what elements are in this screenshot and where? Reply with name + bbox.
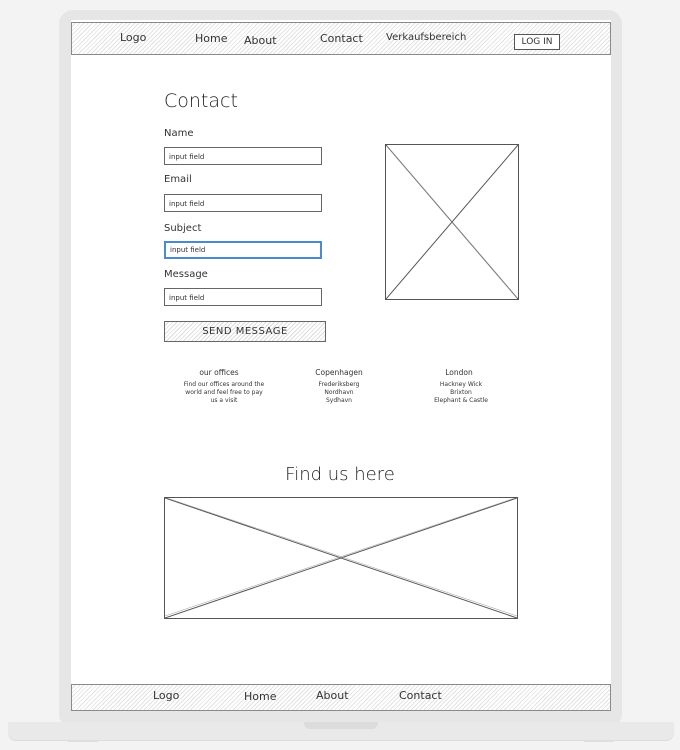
map-placeholder-icon <box>165 498 517 618</box>
footer-nav-home[interactable]: Home <box>244 690 276 703</box>
nav-verkaufsbereich[interactable]: Verkaufsbereich <box>386 32 466 43</box>
offices-heading: our offices <box>199 368 239 377</box>
footer-nav-contact[interactable]: Contact <box>399 689 442 702</box>
nav-home[interactable]: Home <box>195 32 227 45</box>
send-message-button[interactable]: SEND MESSAGE <box>164 321 326 342</box>
page-title: Contact <box>164 90 238 112</box>
subject-input[interactable]: input field <box>164 241 322 259</box>
footer-nav-about[interactable]: About <box>316 689 349 702</box>
name-input[interactable]: input field <box>164 147 322 165</box>
image-placeholder-icon <box>386 145 518 299</box>
london-list: Hackney Wick Brixton Elephant & Castle <box>421 381 501 405</box>
header-logo[interactable]: Logo <box>120 31 146 44</box>
header-bar: Logo Home About Contact Verkaufsbereich … <box>71 22 611 55</box>
laptop-notch <box>304 722 378 729</box>
offices-text-line: us a visit <box>210 397 238 404</box>
map-title: Find us here <box>285 464 395 485</box>
copenhagen-list: Frederiksberg Nordhavn Sydhavn <box>301 381 377 405</box>
image-placeholder <box>385 144 519 300</box>
copenhagen-item: Nordhavn <box>324 389 354 396</box>
name-label: Name <box>164 128 194 139</box>
login-button[interactable]: LOG IN <box>514 34 560 50</box>
message-label: Message <box>164 269 208 280</box>
offices-text: Find our offices around the world and fe… <box>171 381 277 405</box>
copenhagen-heading: Copenhagen <box>315 368 363 377</box>
nav-contact[interactable]: Contact <box>320 32 363 45</box>
footer-logo[interactable]: Logo <box>153 689 179 702</box>
london-item: Elephant & Castle <box>434 397 488 404</box>
london-item: Hackney Wick <box>439 381 483 388</box>
map-placeholder[interactable] <box>164 497 518 619</box>
offices-text-line: Find our offices around the <box>183 381 265 388</box>
browser-screen: Logo Home About Contact Verkaufsbereich … <box>71 20 611 711</box>
london-heading: London <box>445 368 473 377</box>
email-input[interactable]: input field <box>164 194 322 212</box>
footer-bar: Logo Home About Contact <box>71 684 611 711</box>
laptop-foot-left <box>68 740 98 742</box>
message-input[interactable]: input field <box>164 288 322 306</box>
london-item: Brixton <box>450 389 472 396</box>
copenhagen-item: Frederiksberg <box>318 381 360 388</box>
offices-text-line: world and feel free to pay <box>185 389 263 396</box>
nav-about[interactable]: About <box>244 34 277 47</box>
email-label: Email <box>164 174 192 185</box>
subject-label: Subject <box>164 223 202 234</box>
copenhagen-item: Sydhavn <box>325 397 352 404</box>
laptop-foot-right <box>584 740 614 742</box>
